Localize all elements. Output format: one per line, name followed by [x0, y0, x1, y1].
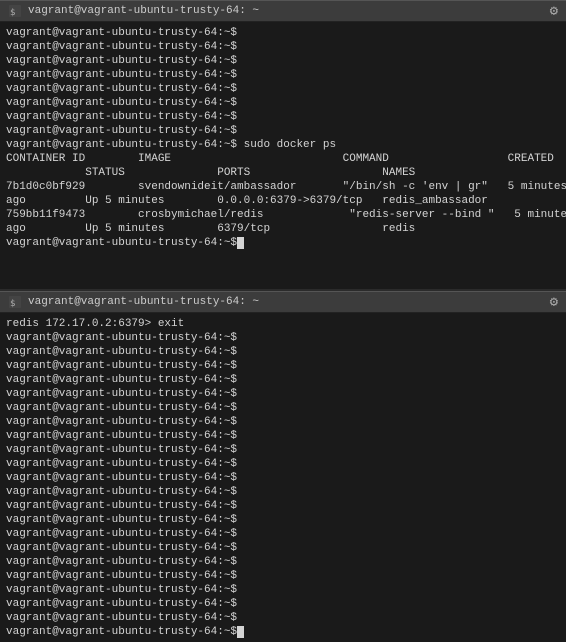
terminal-line: vagrant@vagrant-ubuntu-trusty-64:~$ [6, 82, 560, 96]
redis-exit-line: redis 172.17.0.2:6379> exit [6, 317, 560, 331]
terminal-line: vagrant@vagrant-ubuntu-trusty-64:~$ [6, 387, 560, 401]
terminal-line: vagrant@vagrant-ubuntu-trusty-64:~$ [6, 54, 560, 68]
svg-text:$: $ [10, 299, 15, 308]
app-container: $ vagrant@vagrant-ubuntu-trusty-64: ~ ⚙ … [0, 0, 566, 642]
bottom-window-title: vagrant@vagrant-ubuntu-trusty-64: ~ [28, 296, 259, 308]
terminal-line: vagrant@vagrant-ubuntu-trusty-64:~$ [6, 499, 560, 513]
cursor-top [237, 237, 244, 249]
top-terminal-body[interactable]: vagrant@vagrant-ubuntu-trusty-64:~$ vagr… [0, 22, 566, 289]
terminal-line: vagrant@vagrant-ubuntu-trusty-64:~$ [6, 68, 560, 82]
docker-ps-command: vagrant@vagrant-ubuntu-trusty-64:~$ sudo… [6, 138, 560, 152]
terminal-line: vagrant@vagrant-ubuntu-trusty-64:~$ [6, 96, 560, 110]
bottom-gear-icon[interactable]: ⚙ [550, 294, 558, 311]
terminal-line: vagrant@vagrant-ubuntu-trusty-64:~$ [6, 429, 560, 443]
terminal-line: vagrant@vagrant-ubuntu-trusty-64:~$ [6, 345, 560, 359]
terminal-line: vagrant@vagrant-ubuntu-trusty-64:~$ [6, 541, 560, 555]
terminal-line: vagrant@vagrant-ubuntu-trusty-64:~$ [6, 457, 560, 471]
bottom-terminal-body[interactable]: redis 172.17.0.2:6379> exit vagrant@vagr… [0, 313, 566, 642]
terminal-line: vagrant@vagrant-ubuntu-trusty-64:~$ [6, 597, 560, 611]
titlebar-left-bottom: $ vagrant@vagrant-ubuntu-trusty-64: ~ [8, 295, 259, 309]
terminal-line: vagrant@vagrant-ubuntu-trusty-64:~$ [6, 415, 560, 429]
docker-ps-row1b: ago Up 5 minutes 0.0.0.0:6379->6379/tcp … [6, 194, 560, 208]
top-window-title: vagrant@vagrant-ubuntu-trusty-64: ~ [28, 5, 259, 17]
docker-ps-row2b: ago Up 5 minutes 6379/tcp redis [6, 222, 560, 236]
terminal-line: vagrant@vagrant-ubuntu-trusty-64:~$ [6, 555, 560, 569]
docker-ps-header1: CONTAINER ID IMAGE COMMAND CREATED [6, 152, 560, 166]
terminal-line: vagrant@vagrant-ubuntu-trusty-64:~$ [6, 124, 560, 138]
terminal-line: vagrant@vagrant-ubuntu-trusty-64:~$ [6, 611, 560, 625]
terminal-icon-top: $ [8, 4, 22, 18]
terminal-line: vagrant@vagrant-ubuntu-trusty-64:~$ [6, 40, 560, 54]
bottom-titlebar: $ vagrant@vagrant-ubuntu-trusty-64: ~ ⚙ [0, 291, 566, 313]
docker-ps-header2: STATUS PORTS NAMES [6, 166, 560, 180]
terminal-line: vagrant@vagrant-ubuntu-trusty-64:~$ [6, 443, 560, 457]
terminal-icon-bottom: $ [8, 295, 22, 309]
terminal-line: vagrant@vagrant-ubuntu-trusty-64:~$ [6, 26, 560, 40]
top-titlebar: $ vagrant@vagrant-ubuntu-trusty-64: ~ ⚙ [0, 0, 566, 22]
terminal-prompt-last-bottom: vagrant@vagrant-ubuntu-trusty-64:~$ [6, 625, 560, 639]
svg-text:$: $ [10, 8, 15, 17]
terminal-line: vagrant@vagrant-ubuntu-trusty-64:~$ [6, 359, 560, 373]
cursor-bottom [237, 626, 244, 638]
terminal-line: vagrant@vagrant-ubuntu-trusty-64:~$ [6, 513, 560, 527]
docker-ps-row2a: 759bb11f9473 crosbymichael/redis "redis-… [6, 208, 560, 222]
terminal-line: vagrant@vagrant-ubuntu-trusty-64:~$ [6, 331, 560, 345]
terminal-line: vagrant@vagrant-ubuntu-trusty-64:~$ [6, 485, 560, 499]
terminal-line: vagrant@vagrant-ubuntu-trusty-64:~$ [6, 527, 560, 541]
terminal-line: vagrant@vagrant-ubuntu-trusty-64:~$ [6, 110, 560, 124]
terminal-line: vagrant@vagrant-ubuntu-trusty-64:~$ [6, 373, 560, 387]
top-gear-icon[interactable]: ⚙ [550, 3, 558, 20]
terminal-line: vagrant@vagrant-ubuntu-trusty-64:~$ [6, 583, 560, 597]
titlebar-left-top: $ vagrant@vagrant-ubuntu-trusty-64: ~ [8, 4, 259, 18]
terminal-line: vagrant@vagrant-ubuntu-trusty-64:~$ [6, 401, 560, 415]
bottom-terminal-window: $ vagrant@vagrant-ubuntu-trusty-64: ~ ⚙ … [0, 289, 566, 642]
terminal-line: vagrant@vagrant-ubuntu-trusty-64:~$ [6, 569, 560, 583]
top-terminal-window: $ vagrant@vagrant-ubuntu-trusty-64: ~ ⚙ … [0, 0, 566, 289]
terminal-prompt-last-top: vagrant@vagrant-ubuntu-trusty-64:~$ [6, 236, 560, 250]
docker-ps-row1a: 7b1d0c0bf929 svendownideit/ambassador "/… [6, 180, 560, 194]
terminal-line: vagrant@vagrant-ubuntu-trusty-64:~$ [6, 471, 560, 485]
